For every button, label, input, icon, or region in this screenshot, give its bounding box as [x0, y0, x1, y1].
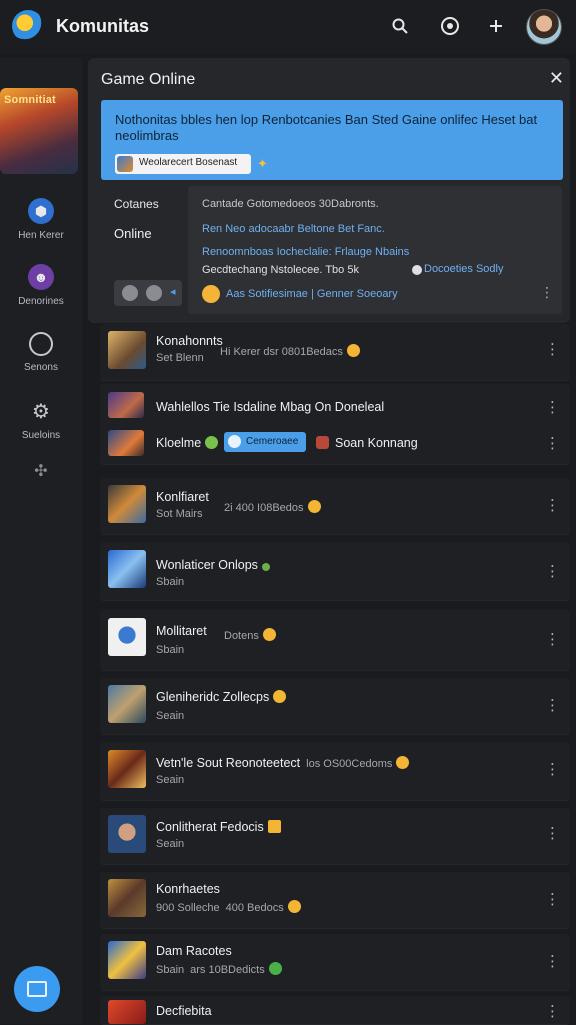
more-icon[interactable]: ⋮ [545, 400, 560, 415]
hexagon-icon: ⬢ [28, 198, 54, 224]
info-banner[interactable]: Nothonitas bbles hen lop Renbotcanies Ba… [101, 100, 563, 180]
dropdown-line[interactable]: Renoomnboas Iocheclalie: Frlauge Nbains [202, 246, 409, 258]
tab-online[interactable]: Online [114, 226, 152, 241]
user-icon [228, 435, 241, 448]
more-icon[interactable]: ⋮ [545, 436, 560, 451]
game-online-panel: Game Online ✕ Nothonitas bbles hen lop R… [88, 58, 570, 323]
game-thumbnail [108, 685, 146, 723]
control-icon[interactable]: ◂ [170, 285, 176, 298]
game-thumbnail [108, 331, 146, 369]
list-item[interactable]: Konrhaetes 900 Solleche 400 Bedocs ⋮ [100, 872, 570, 929]
ring-icon [29, 332, 53, 356]
emoji-icon [202, 285, 220, 303]
sidebar-item-3[interactable]: ⚙ Sueloins [0, 398, 82, 442]
dropdown-link[interactable]: Aas Sotifiesimae | Genner Soeoary [226, 288, 398, 300]
search-icon[interactable] [386, 12, 414, 40]
game-thumbnail [108, 1000, 146, 1024]
more-icon[interactable]: ⋮ [545, 826, 560, 841]
sidebar-game-banner[interactable]: Somnitiat [0, 88, 78, 174]
more-icon[interactable]: ⋮ [545, 1004, 560, 1019]
dropdown-link[interactable]: Docoeties Sodly [424, 263, 504, 275]
dropdown-line[interactable]: Gecdtechang Nstolecee. Tbo 5k [202, 264, 359, 276]
control-icon[interactable] [122, 285, 138, 301]
list-item[interactable]: Dam Racotes Sbain ars 10BDedicts ⋮ [100, 934, 570, 991]
list-item[interactable]: Vetn'le Sout Reonoteetect los OS00Cedoms … [100, 742, 570, 801]
emoji-icon [287, 900, 301, 913]
sidebar-item-0[interactable]: ⬢ Hen Kerer [0, 198, 82, 241]
tab-cotanes[interactable]: Cotanes [114, 197, 159, 211]
sidebar-banner-text: Somnitiat [4, 94, 56, 106]
game-thumb-icon [117, 156, 133, 172]
sidebar: Somnitiat ⬢ Hen Kerer ☻ Denorines Senons… [0, 58, 82, 1024]
dropdown-line[interactable]: Ren Neo adocaabr Beltone Bet Fanc. [202, 223, 385, 235]
game-thumbnail [108, 815, 146, 853]
puzzle-icon: ✣ [34, 463, 48, 480]
avatar [316, 436, 329, 449]
more-icon[interactable]: ⋮ [545, 342, 560, 357]
control-icon[interactable] [146, 285, 162, 301]
list-item[interactable]: Konlfiaret Sot Mairs 2i 400 I08Bedos ⋮ [100, 478, 570, 535]
close-icon[interactable]: ✕ [549, 68, 564, 89]
emoji-icon [307, 500, 321, 513]
list-item[interactable]: Mollitaret Sbain Dotens ⋮ [100, 610, 570, 671]
list-item[interactable]: Conlitherat Fedocis Seain ⋮ [100, 808, 570, 865]
panel-controls: ◂ [114, 280, 182, 306]
game-thumbnail [108, 550, 146, 588]
more-icon[interactable]: ⋮ [545, 564, 560, 579]
more-icon[interactable]: ⋮ [545, 892, 560, 907]
emoji-icon [262, 628, 276, 641]
main-content: Game Online ✕ Nothonitas bbles hen lop R… [88, 58, 576, 1025]
sidebar-item-2[interactable]: Senons [0, 332, 82, 373]
list-item[interactable]: Wahlellos Tie Isdaline Mbag On Doneleal … [100, 384, 570, 465]
dropdown-menu: Cantade Gotomedoeos 30Dabronts. Ren Neo … [188, 186, 562, 314]
banner-text: Nothonitas bbles hen lop Renbotcanies Ba… [115, 112, 538, 143]
sidebar-item-4[interactable]: ✣ [0, 458, 82, 484]
list-item[interactable]: Decfiebita ⋮ [100, 996, 570, 1025]
more-icon[interactable]: ⋮ [545, 698, 560, 713]
more-icon[interactable]: ⋮ [545, 954, 560, 969]
list-item[interactable]: Wonlaticer Onlops Sbain ⋮ [100, 542, 570, 601]
mask-icon: ☻ [28, 264, 54, 290]
game-thumbnail [108, 618, 146, 656]
app-title: Komunitas [56, 16, 150, 36]
user-avatar[interactable] [526, 9, 562, 45]
game-thumbnail [108, 941, 146, 979]
emoji-icon [273, 690, 287, 703]
list-item[interactable]: Konahonnts Set Blenn Hi Kerer dsr 0801Be… [100, 324, 570, 381]
dropdown-line[interactable]: Cantade Gotomedoeos 30Dabronts. [202, 198, 379, 210]
online-dot [261, 563, 270, 571]
panel-title: Game Online [101, 71, 196, 88]
sidebar-item-1[interactable]: ☻ Denorines [0, 264, 82, 307]
game-thumbnail [108, 879, 146, 917]
sparkle-icon: ✦ [257, 156, 268, 171]
community-icon[interactable] [436, 12, 464, 40]
emoji-icon [268, 962, 282, 975]
emoji-icon [396, 756, 410, 769]
emoji-icon [346, 344, 360, 357]
emoji-icon [267, 820, 281, 833]
info-icon [412, 265, 422, 275]
list-item[interactable]: Gleniheridc Zollecps Seain ⋮ [100, 678, 570, 735]
more-icon[interactable]: ⋮ [540, 284, 554, 301]
banner-chip[interactable]: Weolarecert Bosenast [115, 154, 251, 174]
game-thumbnail [108, 485, 146, 523]
chat-fab-button[interactable] [14, 966, 60, 1012]
join-button[interactable]: Cemeroaee [224, 432, 306, 452]
more-icon[interactable]: ⋮ [545, 762, 560, 777]
gear-icon: ⚙ [32, 400, 50, 423]
game-thumbnail [108, 430, 144, 456]
add-icon[interactable] [482, 12, 510, 40]
game-thumbnail [108, 750, 146, 788]
badge-icon [205, 436, 219, 449]
app-logo[interactable] [12, 10, 44, 42]
more-icon[interactable]: ⋮ [545, 632, 560, 647]
top-bar: Komunitas [0, 0, 576, 54]
game-thumbnail [108, 392, 144, 418]
chat-icon [27, 981, 47, 997]
more-icon[interactable]: ⋮ [545, 498, 560, 513]
